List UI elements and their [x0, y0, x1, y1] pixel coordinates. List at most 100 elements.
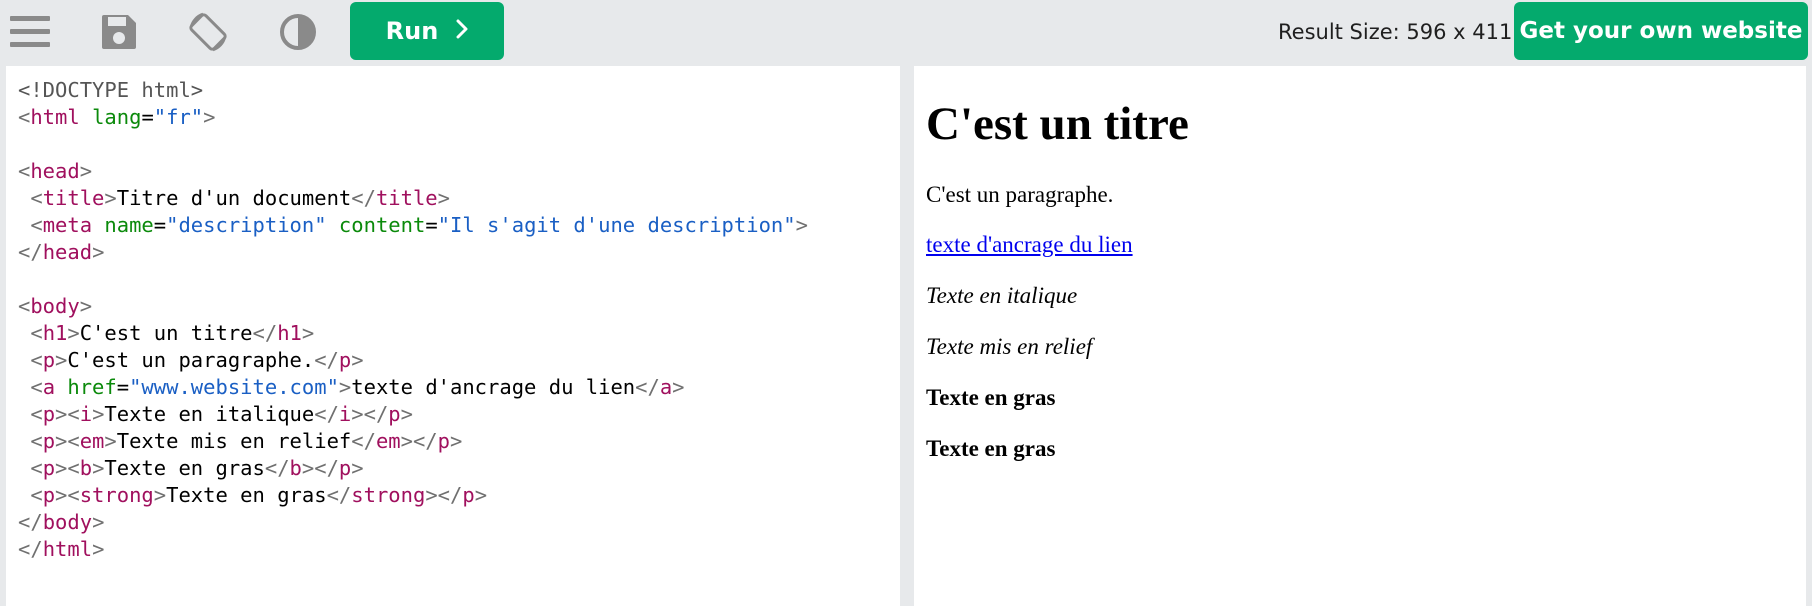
code-line[interactable]: <p><strong>Texte en gras</strong></p>	[18, 482, 808, 509]
code-token: Texte mis en relief	[116, 429, 352, 453]
code-token: a	[42, 375, 56, 399]
code-line[interactable]: <html lang="fr">	[18, 104, 808, 131]
rotate-icon[interactable]	[180, 6, 236, 58]
code-token: "www.website.com"	[129, 375, 339, 399]
code-line[interactable]: </body>	[18, 509, 808, 536]
code-token: >	[92, 537, 105, 561]
menu-icon[interactable]	[2, 6, 58, 58]
code-token: <	[18, 294, 31, 318]
result-size-label: Result Size: 596 x 411	[1278, 20, 1513, 44]
code-token: >	[400, 402, 413, 426]
chevron-right-icon	[456, 17, 468, 45]
code-token: lang	[92, 105, 142, 129]
code-token: >	[92, 510, 105, 534]
code-token: <	[30, 213, 43, 237]
code-token: p	[437, 429, 450, 453]
code-line[interactable]: <head>	[18, 158, 808, 185]
result-link[interactable]: texte d'ancrage du lien	[926, 232, 1133, 257]
code-line[interactable]: <p><b>Texte en gras</b></p>	[18, 455, 808, 482]
code-token: >	[351, 456, 364, 480]
code-line[interactable]: <a href="www.website.com">texte d'ancrag…	[18, 374, 808, 401]
code-token: </	[326, 483, 352, 507]
code-token: >	[437, 186, 450, 210]
code-token: href	[67, 375, 117, 399]
code-token: <!DOCTYPE html>	[18, 78, 204, 102]
code-token: C'est un paragraphe.	[67, 348, 315, 372]
code-line[interactable]: ​	[18, 131, 808, 158]
code-token: p	[42, 483, 56, 507]
toolbar: Run Result Size: 596 x 411 Get your own …	[0, 0, 1812, 64]
code-line[interactable]: <title>Titre d'un document</title>	[18, 185, 808, 212]
code-token: <	[30, 375, 43, 399]
result-emphasis-text: Texte mis en relief	[926, 334, 1093, 359]
code-token: Titre d'un document	[116, 186, 352, 210]
code-token: title	[42, 186, 105, 210]
code-token: >	[153, 483, 167, 507]
code-line[interactable]: <p><em>Texte mis en relief</em></p>	[18, 428, 808, 455]
code-line[interactable]: <!DOCTYPE html>	[18, 77, 808, 104]
code-token: =	[116, 375, 130, 399]
result-paragraph: C'est un paragraphe.	[926, 182, 1114, 207]
code-token: </	[252, 321, 278, 345]
code-token: p	[388, 402, 401, 426]
code-content[interactable]: <!DOCTYPE html><html lang="fr">​<head> <…	[18, 77, 808, 563]
code-line[interactable]: ​	[18, 266, 808, 293]
code-token: em	[79, 429, 105, 453]
code-line[interactable]: <meta name="description" content="Il s'a…	[18, 212, 808, 239]
code-token: meta	[42, 213, 93, 237]
code-token: "description"	[166, 213, 327, 237]
code-token: p	[42, 456, 56, 480]
code-token: p	[42, 348, 56, 372]
code-token: >	[79, 159, 93, 183]
code-line[interactable]: <body>	[18, 293, 808, 320]
code-token: >	[55, 348, 68, 372]
code-token: head	[42, 240, 93, 264]
result-bold-text: Texte en gras	[926, 385, 1056, 410]
get-your-own-website-button[interactable]: Get your own website	[1514, 2, 1808, 60]
code-token: content	[338, 213, 426, 237]
code-token: <	[30, 429, 43, 453]
code-token: Texte en italique	[104, 402, 315, 426]
code-token: p	[462, 483, 475, 507]
code-token: ></	[425, 483, 463, 507]
code-token: <	[30, 321, 43, 345]
code-token: html	[42, 537, 93, 561]
code-token: body	[42, 510, 93, 534]
code-token: >	[351, 348, 364, 372]
code-line[interactable]: <p><i>Texte en italique</i></p>	[18, 401, 808, 428]
code-token: p	[42, 402, 56, 426]
code-token: h1	[277, 321, 302, 345]
code-token: i	[79, 402, 93, 426]
run-button[interactable]: Run	[350, 2, 504, 60]
run-button-label: Run	[385, 17, 439, 45]
code-token: "fr"	[153, 105, 204, 129]
code-token: <	[30, 456, 43, 480]
code-token: </	[18, 537, 43, 561]
code-line[interactable]: <h1>C'est un titre</h1>	[18, 320, 808, 347]
contrast-icon[interactable]	[270, 6, 326, 58]
code-token: =	[425, 213, 438, 237]
result-strong-text: Texte en gras	[926, 436, 1056, 461]
code-editor[interactable]: <!DOCTYPE html><html lang="fr">​<head> <…	[6, 66, 900, 606]
code-token: =	[153, 213, 167, 237]
save-icon[interactable]	[91, 6, 147, 58]
pane-divider[interactable]	[900, 66, 914, 606]
code-token: <	[30, 348, 43, 372]
code-token: ></	[351, 402, 389, 426]
code-token: ><	[55, 429, 80, 453]
code-token: ><	[55, 483, 80, 507]
code-line[interactable]: </html>	[18, 536, 808, 563]
code-token: >	[67, 321, 80, 345]
code-token: <	[30, 186, 43, 210]
code-line[interactable]: </head>	[18, 239, 808, 266]
code-line[interactable]: <p>C'est un paragraphe.</p>	[18, 347, 808, 374]
code-token: <	[18, 105, 31, 129]
code-token: html	[30, 105, 80, 129]
code-token: </	[314, 348, 339, 372]
